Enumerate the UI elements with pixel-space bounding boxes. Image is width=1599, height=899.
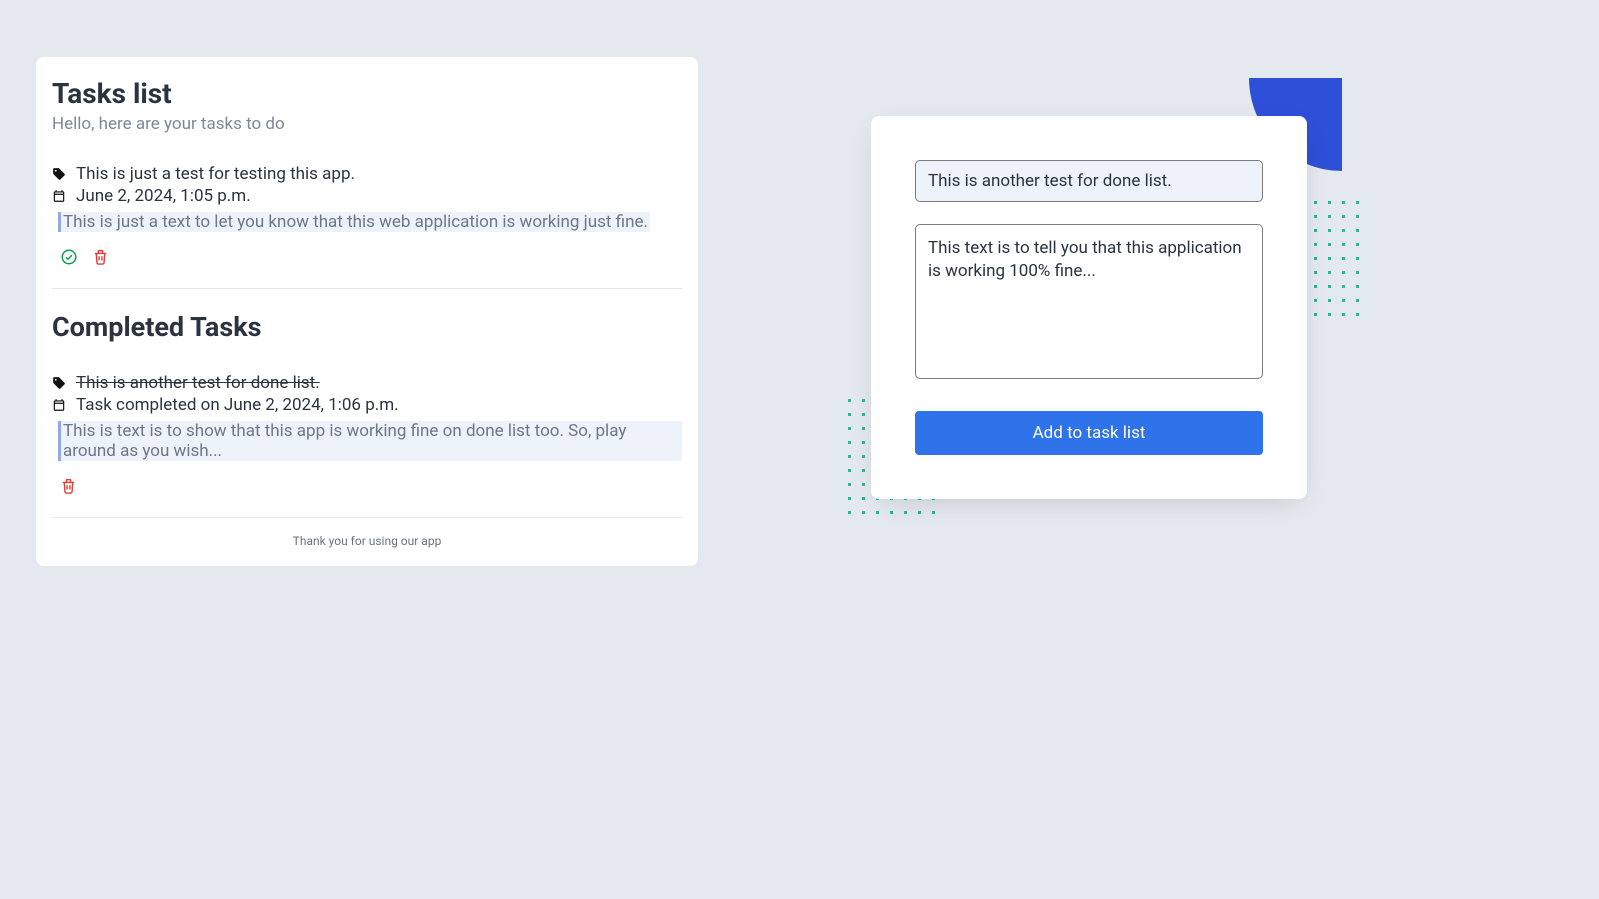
completed-task-item: This is another test for done list. Task… xyxy=(52,373,682,518)
completed-task-note: This is text is to show that this app is… xyxy=(58,421,682,461)
delete-button[interactable] xyxy=(60,477,77,495)
task-date: June 2, 2024, 1:05 p.m. xyxy=(76,186,251,206)
calendar-icon xyxy=(52,189,66,203)
tag-icon xyxy=(52,167,66,181)
task-item: This is just a test for testing this app… xyxy=(52,164,682,289)
mark-done-button[interactable] xyxy=(60,248,78,266)
task-description-textarea[interactable] xyxy=(915,224,1263,379)
tasks-list-title: Tasks list xyxy=(52,77,682,110)
add-to-task-list-button[interactable]: Add to task list xyxy=(915,411,1263,455)
task-note: This is just a text to let you know that… xyxy=(58,212,650,232)
tasks-card: Tasks list Hello, here are your tasks to… xyxy=(36,57,698,566)
calendar-icon xyxy=(52,398,66,412)
completed-tasks-heading: Completed Tasks xyxy=(52,311,682,343)
task-title: This is just a test for testing this app… xyxy=(76,164,355,184)
add-task-form: Add to task list xyxy=(871,116,1307,499)
completed-task-title: This is another test for done list. xyxy=(76,373,320,393)
completed-task-date: Task completed on June 2, 2024, 1:06 p.m… xyxy=(76,395,399,415)
footer-thank-you: Thank you for using our app xyxy=(52,518,682,560)
tag-icon xyxy=(52,376,66,390)
tasks-list-subtitle: Hello, here are your tasks to do xyxy=(52,114,682,134)
task-title-input[interactable] xyxy=(915,160,1263,202)
decor-dots-right xyxy=(1314,201,1359,316)
delete-button[interactable] xyxy=(92,248,109,266)
